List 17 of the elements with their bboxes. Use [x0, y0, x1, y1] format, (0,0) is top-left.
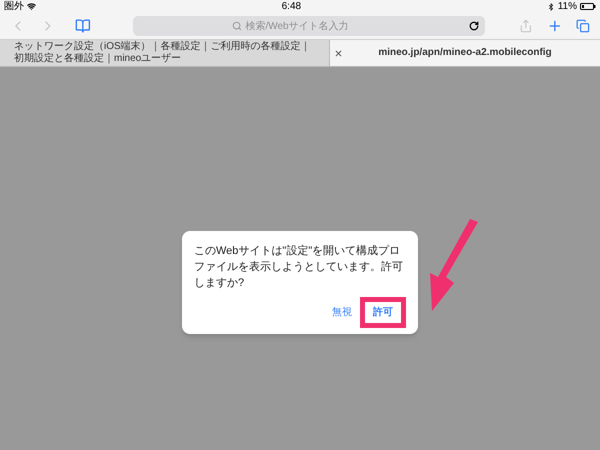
close-icon[interactable] — [334, 48, 343, 58]
tabs-icon[interactable] — [576, 19, 590, 33]
browser-tab[interactable]: ネットワーク設定（iOS端末）｜各種設定｜ご利用時の各種設定｜初期設定と各種設定｜mineoユーザー — [0, 40, 330, 66]
search-icon — [232, 21, 242, 31]
alert-message: このWebサイトは"設定"を開いて構成プロファイルを表示しようとしています。許可しますか? — [194, 244, 404, 291]
battery-icon — [580, 3, 596, 10]
clock-text: 6:48 — [282, 2, 302, 12]
allow-button[interactable]: 許可 — [360, 297, 406, 328]
reload-icon[interactable] — [468, 21, 479, 31]
address-input[interactable]: 検索/Webサイト名入力 — [245, 18, 376, 34]
bluetooth-icon — [546, 2, 555, 10]
carrier-text: 圏外 — [4, 2, 24, 12]
wifi-icon — [27, 2, 36, 11]
battery-text: 11% — [558, 2, 577, 12]
bookmarks-icon[interactable] — [75, 18, 92, 34]
address-field[interactable]: 検索/Webサイト名入力 — [133, 16, 485, 36]
new-tab-icon[interactable] — [546, 18, 562, 34]
